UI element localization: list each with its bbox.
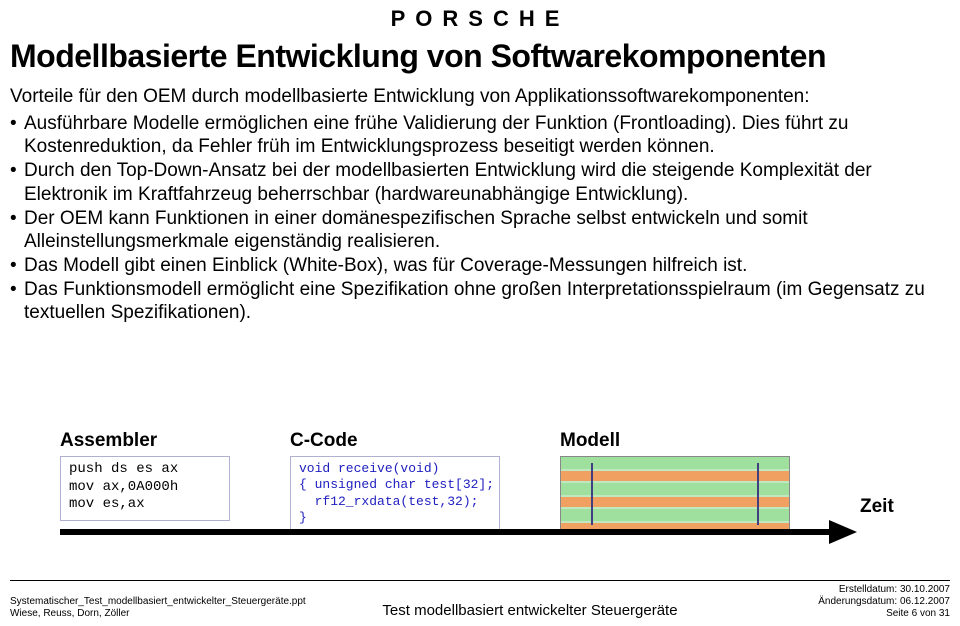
bullet-item: Der OEM kann Funktionen in einer domänes… xyxy=(10,207,940,253)
footer-right: Erstelldatum: 30.10.2007 Änderungsdatum:… xyxy=(750,584,950,620)
footer-center: Test modellbasiert entwickelter Steuerge… xyxy=(310,602,750,620)
footer-created: Erstelldatum: 30.10.2007 xyxy=(750,584,950,596)
assembler-heading: Assembler xyxy=(60,430,157,452)
assembler-code: push ds es ax mov ax,0A000h mov es,ax xyxy=(60,456,230,521)
timeline: Zeit xyxy=(60,524,860,540)
model-diagram xyxy=(560,456,790,532)
bullet-item: Durch den Top-Down-Ansatz bei der modell… xyxy=(10,159,940,205)
slide-title: Modellbasierte Entwicklung von Softwarek… xyxy=(10,38,826,75)
timeline-label: Zeit xyxy=(860,496,894,518)
timeline-arrow-head xyxy=(829,520,857,544)
footer-page: Seite 6 von 31 xyxy=(750,608,950,620)
slide-footer: Systematischer_Test_modellbasiert_entwic… xyxy=(10,580,950,620)
footer-modified: Änderungsdatum: 06.12.2007 xyxy=(750,596,950,608)
bullet-item: Das Modell gibt einen Einblick (White-Bo… xyxy=(10,254,940,277)
slide-subtitle: Vorteile für den OEM durch modellbasiert… xyxy=(10,86,810,108)
model-column: Modell xyxy=(560,430,790,533)
c-code-block: void receive(void) { unsigned char test[… xyxy=(290,456,500,533)
bullet-item: Das Funktionsmodell ermöglicht eine Spez… xyxy=(10,278,940,324)
c-code-heading: C-Code xyxy=(290,430,358,452)
brand-logo: PORSCHE xyxy=(391,6,570,32)
timeline-arrow-line xyxy=(60,529,830,535)
code-evolution-row: Assembler push ds es ax mov ax,0A000h mo… xyxy=(60,430,880,533)
footer-filename: Systematischer_Test_modellbasiert_entwic… xyxy=(10,596,310,608)
footer-authors: Wiese, Reuss, Dorn, Zöller xyxy=(10,608,310,620)
footer-left: Systematischer_Test_modellbasiert_entwic… xyxy=(10,596,310,620)
assembler-column: Assembler push ds es ax mov ax,0A000h mo… xyxy=(60,430,230,533)
c-code-column: C-Code void receive(void) { unsigned cha… xyxy=(290,430,500,533)
bullet-list: Ausführbare Modelle ermöglichen eine frü… xyxy=(10,112,940,326)
model-heading: Modell xyxy=(560,430,620,452)
bullet-item: Ausführbare Modelle ermöglichen eine frü… xyxy=(10,112,940,158)
